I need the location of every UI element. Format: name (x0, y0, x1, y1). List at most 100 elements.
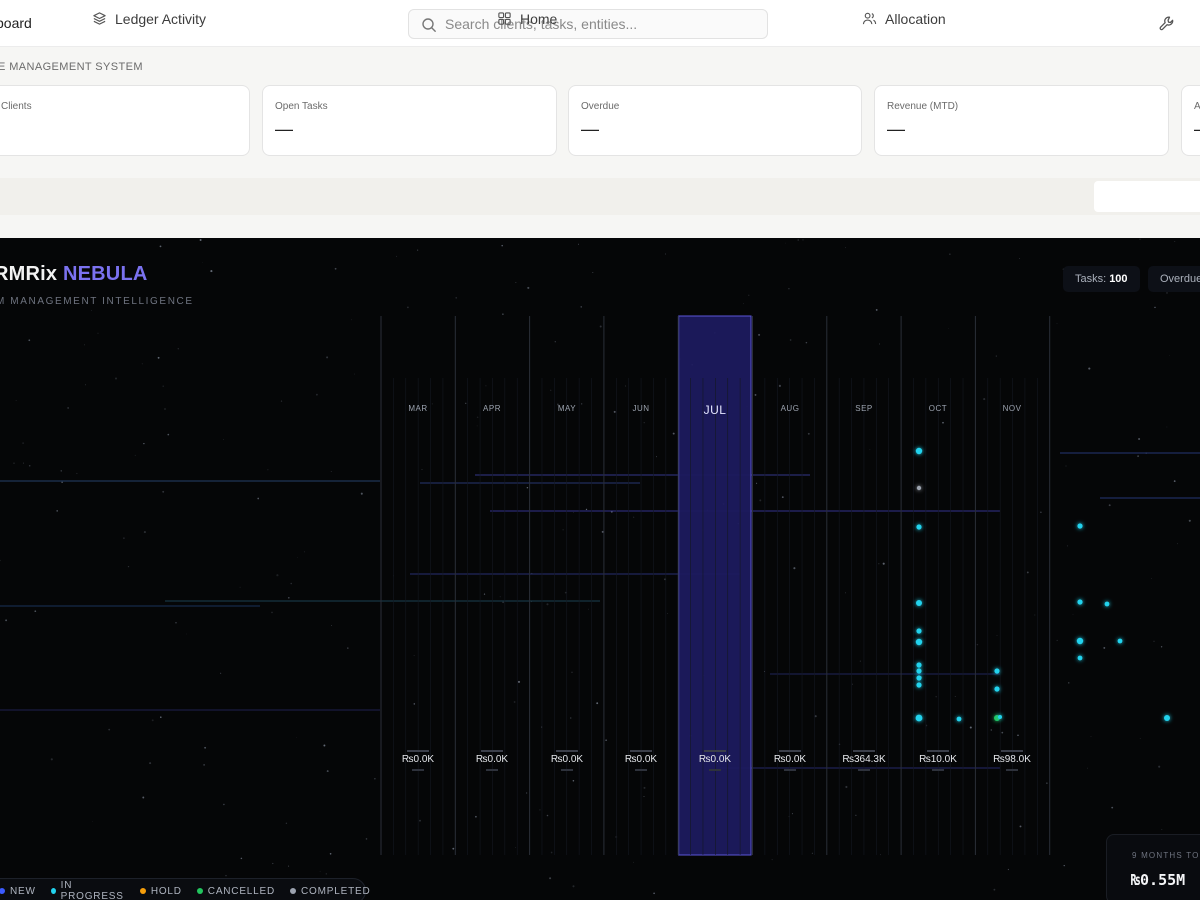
month-label-jun[interactable]: JUN (604, 404, 678, 413)
search-box[interactable] (408, 9, 768, 39)
star (162, 385, 164, 387)
month-label-aug[interactable]: AUG (753, 404, 827, 413)
star (990, 729, 993, 731)
stat-value: — (1194, 119, 1200, 140)
star (1034, 614, 1036, 616)
star (28, 465, 31, 467)
legend-item-new[interactable]: NEW (0, 886, 36, 897)
star (108, 728, 111, 731)
star (570, 717, 572, 719)
legend-label: IN PROGRESS (60, 880, 124, 900)
star (633, 861, 635, 863)
legend-item-cancelled[interactable]: CANCELLED (196, 886, 275, 897)
stat-card-open-tasks[interactable]: Open Tasks — (262, 85, 557, 156)
star (61, 481, 63, 483)
star (588, 608, 589, 610)
star (84, 344, 85, 346)
month-label-nov[interactable]: NOV (975, 404, 1049, 413)
month-label-jul[interactable]: JUL (678, 403, 752, 417)
revenue-sub-mark (753, 767, 827, 772)
tab-allocation[interactable]: Allocation (862, 0, 946, 37)
star (1151, 578, 1152, 579)
star (1188, 519, 1191, 522)
task-dot (1077, 655, 1083, 661)
task-dot (1104, 601, 1110, 607)
star (1046, 782, 1048, 784)
overdue-chip[interactable]: Overdue (1148, 266, 1200, 292)
wrench-icon[interactable] (1158, 15, 1176, 33)
star (1040, 511, 1042, 513)
star (667, 613, 669, 614)
month-label-apr[interactable]: APR (455, 404, 529, 413)
star (1137, 455, 1139, 457)
status-legend: NEW IN PROGRESS HOLD CANCELLED COMPLETED (0, 878, 370, 900)
star (1169, 355, 1170, 356)
overdue-label: Overdue (1160, 273, 1200, 285)
star (1138, 437, 1141, 441)
star (1153, 640, 1155, 642)
stat-card-overdue[interactable]: Overdue — (568, 85, 862, 156)
star (788, 816, 790, 818)
star (257, 497, 260, 500)
revenue-sub-mark (975, 767, 1049, 772)
star (855, 814, 857, 816)
stat-card-clients[interactable]: Clients (0, 85, 250, 156)
stat-card-partial[interactable]: A — (1181, 85, 1200, 156)
month-label-sep[interactable]: SEP (827, 404, 901, 413)
star (287, 596, 290, 599)
star (240, 857, 243, 860)
month-revenue-aug: ₨0.0K (773, 754, 807, 765)
star (143, 442, 145, 445)
star (56, 510, 59, 512)
legend-item-in-progress[interactable]: IN PROGRESS (50, 880, 125, 900)
star (141, 363, 143, 365)
star (517, 680, 521, 683)
tasks-chip[interactable]: Tasks: 100 (1063, 266, 1140, 292)
task-dot (916, 675, 922, 681)
month-revenue-mar: ₨0.0K (401, 754, 435, 765)
revenue-caption-mark (901, 748, 975, 753)
star (290, 582, 292, 585)
stat-card-revenue-mtd[interactable]: Revenue (MTD) — (874, 85, 1169, 156)
revenue-sub-mark (901, 767, 975, 772)
star (23, 462, 24, 464)
system-subtitle: E MANAGEMENT SYSTEM (0, 61, 143, 73)
month-label-mar[interactable]: MAR (381, 404, 455, 413)
star (935, 696, 937, 698)
task-dot (916, 682, 922, 688)
star (756, 482, 758, 484)
legend-dot (0, 888, 5, 894)
star (419, 819, 421, 822)
star (514, 847, 516, 848)
search-input[interactable] (445, 14, 755, 34)
star (797, 239, 799, 241)
star (272, 862, 274, 865)
star (564, 591, 567, 594)
tab-ledger-activity[interactable]: Ledger Activity (92, 0, 206, 37)
star (788, 288, 790, 290)
star (754, 393, 757, 396)
revenue-caption-mark (455, 748, 529, 753)
star (859, 660, 861, 662)
star (34, 610, 37, 613)
star (485, 385, 487, 387)
star (160, 716, 162, 718)
legend-item-hold[interactable]: HOLD (139, 886, 182, 897)
star (869, 449, 871, 451)
star (334, 267, 337, 270)
star (573, 512, 574, 513)
star (949, 253, 951, 255)
month-label-may[interactable]: MAY (530, 404, 604, 413)
star (151, 719, 154, 722)
month-revenue-sep: ₨364.3K (842, 754, 886, 765)
month-label-oct[interactable]: OCT (901, 404, 975, 413)
star (1001, 731, 1004, 734)
star (1166, 426, 1168, 428)
tab-home[interactable]: Home (497, 0, 557, 37)
legend-item-completed[interactable]: COMPLETED (290, 886, 370, 897)
tab-active-indicator[interactable] (1094, 181, 1200, 212)
nebula-brand: RMRix NEBULA (0, 263, 148, 286)
revenue-sub-mark (604, 767, 678, 772)
star (239, 586, 241, 588)
star (793, 567, 796, 570)
